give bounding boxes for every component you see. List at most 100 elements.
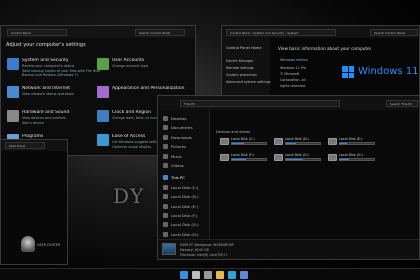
drive-name[interactable]: Local Disk (H:) [339,153,379,157]
search-box[interactable]: Search Control Panel [135,29,185,36]
drive-icon [274,154,283,161]
user-avatar[interactable] [21,236,35,252]
nav-item[interactable]: Documents [171,125,209,130]
side-link-home[interactable]: Control Panel Home [226,46,262,50]
store-icon[interactable] [240,271,248,279]
side-link-device-manager[interactable]: Device Manager [226,59,254,63]
wallpaper-logo-text: DY [113,184,145,208]
windows-logo-icon [342,66,354,78]
drive-usage-fill [232,143,244,144]
edge-icon[interactable] [228,271,236,279]
nav-item[interactable]: Local Disk (G:) [171,222,209,227]
nav-item[interactable]: Local Disk (C:) [171,185,209,190]
start-panel-window[interactable]: Start Panel USER CENTER [0,139,68,265]
category-link[interactable]: Hardware and Sound [22,110,100,115]
crumb-system-security[interactable]: System and Security [253,31,284,35]
side-link-protection[interactable]: System protection [226,73,257,77]
taskview-icon[interactable] [204,271,212,279]
page-title: Adjust your computer's settings [6,42,86,48]
drive-name[interactable]: Local Disk (G:) [285,153,325,157]
crumb-control-panel[interactable]: Control Panel [230,31,250,35]
drive-icon [163,231,168,237]
address-bar[interactable]: Control Panel [7,29,67,36]
downloads-icon [163,134,168,140]
taskbar [0,268,420,280]
drive-icon [163,222,168,228]
address-bar[interactable]: Start Panel [5,142,45,149]
nav-pane: Desktop Documents Downloads Pictures Music Vi… [158,110,210,239]
address-bar[interactable]: This PC [180,100,340,107]
side-link-remote[interactable]: Remote settings [226,66,254,70]
drive-icon [163,194,168,200]
drive-icon [328,154,337,161]
nav-item[interactable]: Local Disk (E:) [171,204,209,209]
explorer-icon[interactable] [216,271,224,279]
pc-icon [163,175,168,181]
category-link[interactable]: User Accounts [112,58,190,63]
search-icon[interactable] [192,271,200,279]
drive-name[interactable]: Local Disk (E:) [339,137,379,141]
appearance-icon[interactable] [97,86,109,98]
drive-icon [163,203,168,209]
category-sublink[interactable]: Review your computer's status [22,64,100,68]
start-icon[interactable] [180,271,188,279]
drive-name[interactable]: Local Disk (F:) [231,153,271,157]
drive-icon [220,154,229,161]
drive-usage-fill [286,159,303,160]
drive-usage-fill [340,143,347,144]
windows-logo-text: Windows 11 [358,66,419,77]
search-box[interactable]: Search Control Panel [370,29,418,36]
category-link[interactable]: Network and Internet [22,86,100,91]
category-sublink[interactable]: View devices and printers [22,116,100,120]
details-line-3: Processor: Intel(R) Core(TM) i7 [180,253,228,257]
details-line-1: USER-PC Workgroup: WORKGROUP [180,243,234,247]
network-icon[interactable] [7,86,19,98]
user-label[interactable]: USER CENTER [37,243,60,247]
nav-item[interactable]: Desktop [171,116,209,121]
shield-icon[interactable] [7,58,19,70]
clock-icon[interactable] [97,110,109,122]
category-link[interactable]: System and Security [22,58,100,63]
category-sublink[interactable]: Save backup copies of your files with Fi… [22,69,100,73]
side-link-advanced[interactable]: Advanced system settings [226,80,271,84]
details-line-2: Memory: 16.00 GB [180,248,209,252]
drive-usage-fill [340,159,349,160]
videos-icon [163,163,168,168]
drive-icon [328,138,337,145]
drive-usage-bar [285,158,321,161]
edition-line-1: Windows 11 Pro [280,66,307,70]
category-sublink[interactable]: View network status and tasks [22,92,100,96]
edition-line-4: rights reserved. [280,84,307,88]
drive-name[interactable]: Local Disk (C:) [231,137,271,141]
drive-usage-bar [339,142,375,145]
nav-item[interactable]: Downloads [171,135,209,140]
nav-item[interactable]: Pictures [171,144,209,149]
system-heading: View basic information about your comput… [278,46,372,51]
search-box[interactable]: Search This PC [386,100,418,107]
printer-icon[interactable] [7,110,19,122]
drive-usage-bar [231,158,267,161]
category-sublink[interactable]: Backup and Restore (Windows 7) [22,73,100,77]
nav-item[interactable]: Videos [171,163,209,168]
drive-name[interactable]: Local Disk (D:) [285,137,325,141]
nav-item[interactable]: Local Disk (H:) [171,232,209,237]
nav-item[interactable]: Local Disk (D:) [171,194,209,199]
breadcrumb[interactable]: Control Panel › System and Security › Sy… [226,29,336,36]
nav-item[interactable]: Local Disk (F:) [171,213,209,218]
documents-icon [163,125,168,131]
users-icon[interactable] [97,58,109,70]
category-sublink[interactable]: Add a device [22,121,100,125]
drive-usage-bar [231,142,267,145]
category-link[interactable]: Appearance and Personalization [112,86,190,91]
ease-icon[interactable] [97,134,109,146]
drive-icon [220,138,229,145]
crumb-system[interactable]: System [287,31,298,35]
pc-icon [162,243,176,255]
this-pc-window[interactable]: This PC Search This PC Desktop Documents D… [157,95,420,260]
drive-icon [163,184,168,190]
category-sublink[interactable]: Change account type [112,64,190,68]
drive-usage-bar [339,158,375,161]
edition-line-3: Corporation. All [280,78,306,82]
nav-item[interactable]: This PC [171,175,209,180]
nav-item[interactable]: Music [171,154,209,159]
